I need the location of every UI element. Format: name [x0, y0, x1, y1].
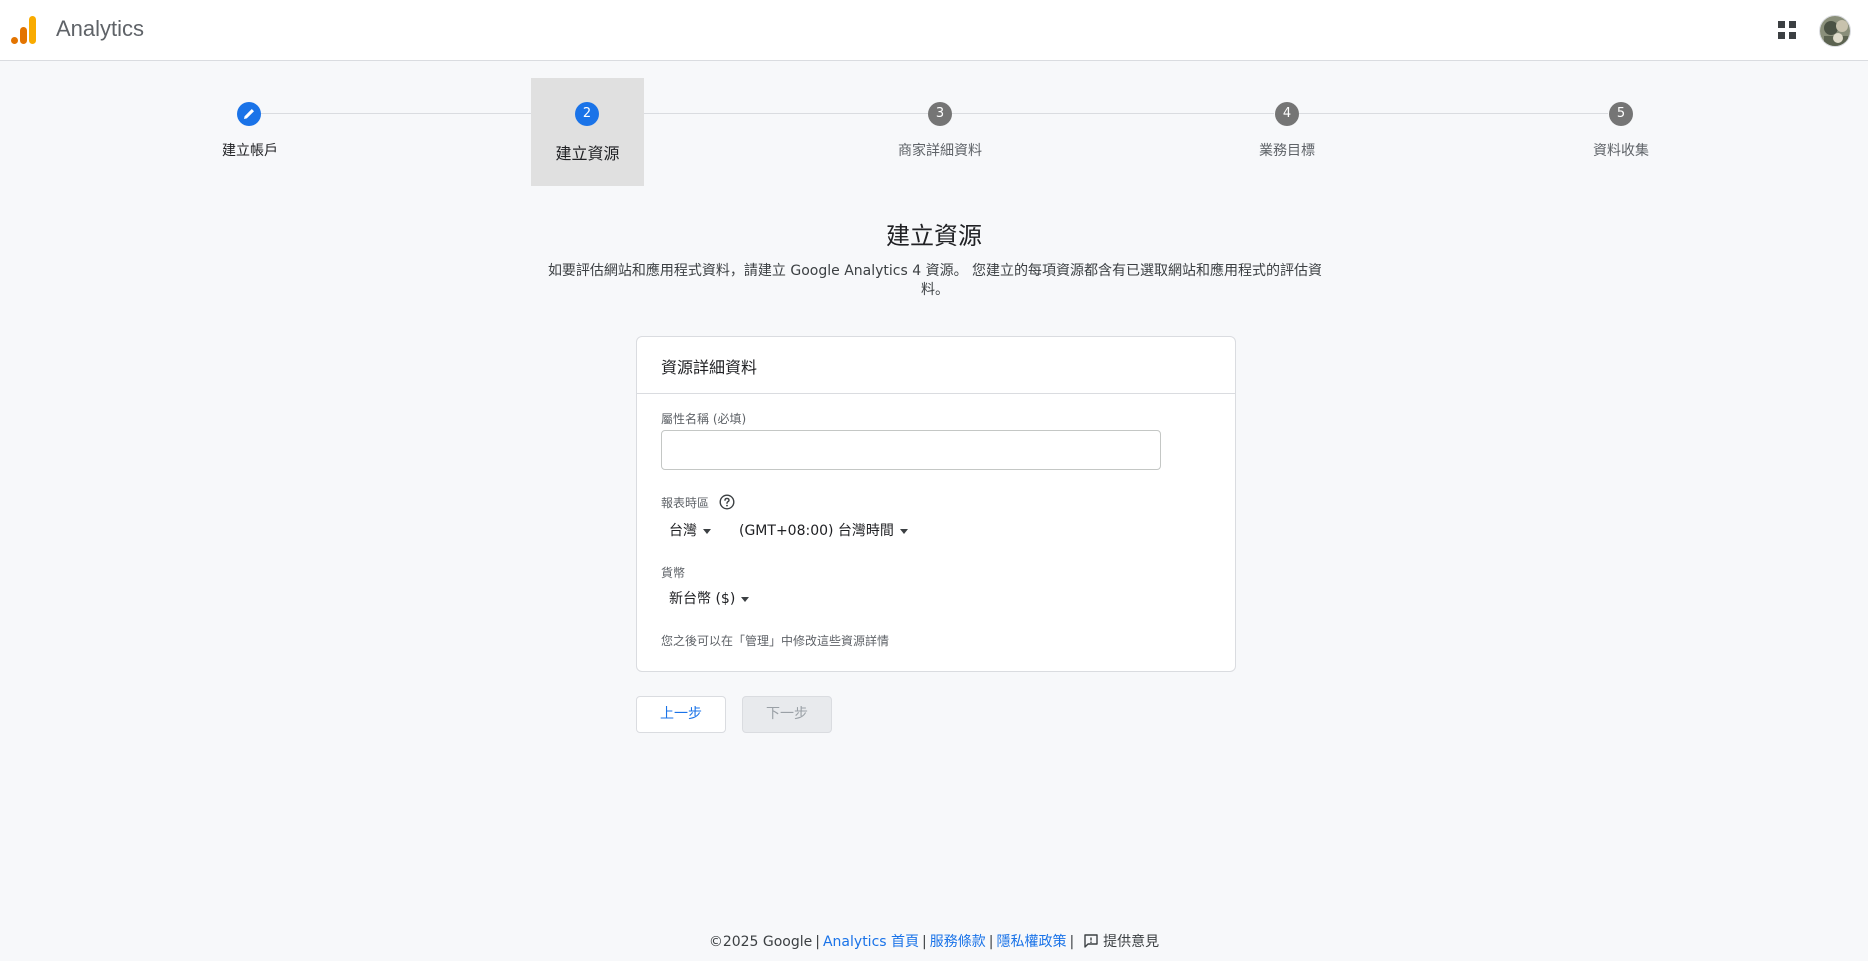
back-button[interactable]: 上一步 — [636, 696, 726, 733]
help-icon[interactable] — [719, 494, 735, 510]
property-name-input[interactable] — [661, 430, 1161, 470]
chevron-down-icon — [899, 528, 908, 534]
step-create-property[interactable]: 2 建立資源 — [531, 78, 644, 186]
step-5-circle: 5 — [1609, 102, 1633, 126]
apps-grid-icon[interactable] — [1776, 19, 1798, 41]
step-create-account[interactable]: 建立帳戶 — [200, 78, 300, 186]
step-business-details[interactable]: 3 商家詳細資料 — [880, 78, 1000, 186]
pencil-icon — [244, 109, 254, 119]
analytics-logo-icon[interactable] — [10, 14, 38, 46]
footer-separator: | — [988, 934, 994, 950]
currency-dropdown[interactable]: 新台幣 ($) — [669, 588, 750, 608]
step-3-label: 商家詳細資料 — [898, 143, 982, 159]
footer: ©2025 Google | Analytics 首頁 | 服務條款 | 隱私權政策 | 提供意… — [0, 931, 1868, 951]
step-connector — [1298, 113, 1608, 114]
footer-separator: | — [815, 934, 820, 950]
step-3-circle: 3 — [928, 102, 952, 126]
timezone-value: (GMT+08:00) 台灣時間 — [739, 523, 894, 539]
step-1-label: 建立帳戶 — [222, 143, 278, 159]
top-app-bar: Analytics — [0, 0, 1868, 61]
edit-later-note: 您之後可以在「管理」中修改這些資源詳情 — [661, 634, 890, 648]
user-avatar[interactable] — [1819, 15, 1851, 47]
currency-label: 貨幣 — [661, 566, 686, 580]
feedback-button[interactable]: 提供意見 — [1077, 934, 1159, 950]
next-button[interactable]: 下一步 — [742, 696, 832, 733]
footer-separator: | — [1069, 934, 1075, 950]
copyright-text: ©2025 Google — [708, 934, 813, 950]
step-connector — [598, 113, 928, 114]
page-description: 如要評估網站和應用程式資料，請建立 Google Analytics 4 資源。… — [541, 262, 1329, 300]
step-1-circle — [237, 102, 261, 126]
timezone-label: 報表時區 — [661, 496, 710, 510]
page-title: 建立資源 — [886, 222, 982, 250]
step-5-label: 資料收集 — [1593, 143, 1649, 159]
chevron-down-icon — [703, 528, 711, 534]
analytics-home-link[interactable]: Analytics 首頁 — [823, 934, 919, 950]
step-2-label: 建立資源 — [555, 144, 620, 163]
country-value: 台灣 — [669, 523, 697, 539]
chevron-down-icon — [741, 596, 750, 602]
step-2-circle: 2 — [575, 102, 599, 126]
timezone-dropdown[interactable]: (GMT+08:00) 台灣時間 — [739, 520, 908, 540]
step-connector — [952, 113, 1274, 114]
step-business-objectives[interactable]: 4 業務目標 — [1237, 78, 1337, 186]
currency-value: 新台幣 ($) — [669, 591, 736, 607]
feedback-label: 提供意見 — [1103, 934, 1160, 950]
terms-of-service-link[interactable]: 服務條款 — [930, 934, 986, 950]
feedback-icon — [1084, 934, 1098, 948]
description-line-2: 料。 — [921, 282, 949, 298]
step-4-circle: 4 — [1275, 102, 1299, 126]
step-4-label: 業務目標 — [1259, 143, 1315, 159]
country-dropdown[interactable]: 台灣 — [669, 520, 711, 540]
privacy-policy-link[interactable]: 隱私權政策 — [996, 934, 1066, 950]
description-line-1: 如要評估網站和應用程式資料，請建立 Google Analytics 4 資源。… — [547, 263, 1323, 279]
app-title: Analytics — [56, 16, 145, 41]
property-details-card: 資源詳細資料 屬性名稱 (必填) 報表時區 台灣 (GMT+08:00) 台灣時… — [636, 336, 1236, 672]
step-data-collection[interactable]: 5 資料收集 — [1571, 78, 1671, 186]
footer-separator: | — [922, 934, 927, 950]
property-name-label: 屬性名稱 (必填) — [661, 412, 747, 426]
card-header: 資源詳細資料 — [637, 337, 1235, 394]
